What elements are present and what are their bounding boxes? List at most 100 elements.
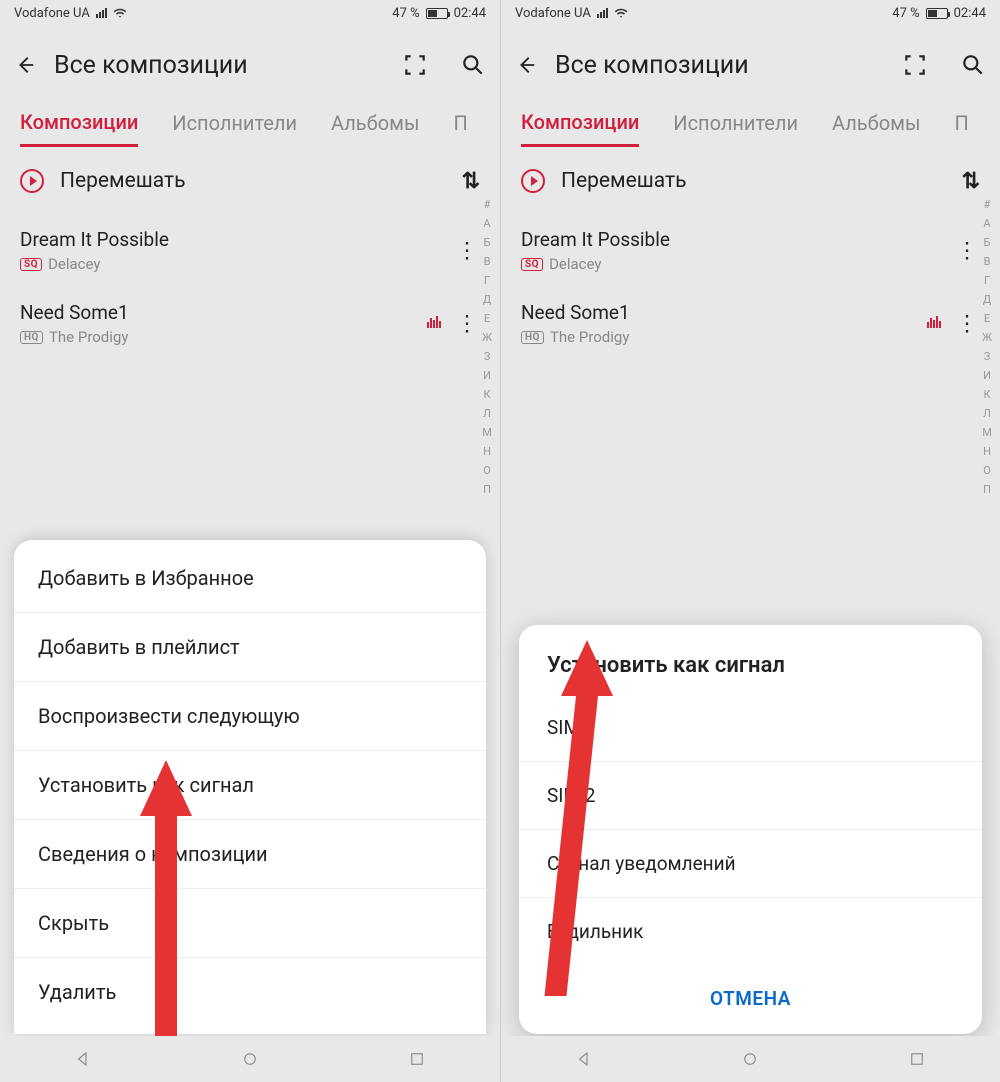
dialog-item-sim1[interactable]: SIM 1 [519, 694, 982, 762]
alpha-letter[interactable]: Л [483, 407, 491, 420]
alpha-letter[interactable]: Н [983, 445, 991, 458]
ringtone-dialog: Установить как сигнал SIM 1 SIM 2 Сигнал… [519, 625, 982, 1034]
quality-badge: SQ [521, 258, 543, 271]
alpha-letter[interactable]: А [483, 217, 490, 230]
song-row[interactable]: Dream It Possible SQ Delacey ⋮ [0, 214, 500, 287]
tabs: Композиции Исполнители Альбомы П [0, 104, 500, 152]
search-icon[interactable] [460, 52, 486, 78]
alpha-letter[interactable]: Ж [982, 331, 992, 344]
system-navbar [501, 1036, 1000, 1082]
alpha-letter[interactable]: И [983, 369, 991, 382]
song-row[interactable]: Need Some1 HQ The Prodigy ⋮ [0, 287, 500, 360]
dialog-item-alarm[interactable]: Будильник [519, 898, 982, 965]
menu-item-play-next[interactable]: Воспроизвести следующую [14, 682, 486, 751]
alpha-letter[interactable]: Г [984, 274, 990, 287]
nav-back-icon[interactable] [575, 1050, 593, 1068]
alpha-letter[interactable]: В [984, 255, 991, 268]
alpha-letter[interactable]: # [984, 198, 991, 211]
clock: 02:44 [954, 6, 986, 21]
carrier-label: Vodafone UA [14, 6, 90, 21]
nav-recent-icon[interactable] [908, 1050, 926, 1068]
signal-icon [96, 8, 107, 18]
alpha-letter[interactable]: М [982, 426, 992, 439]
equalizer-icon [427, 316, 442, 332]
song-list: Dream It Possible SQ Delacey ⋮ Need Some… [501, 210, 1000, 364]
alpha-letter[interactable]: И [483, 369, 491, 382]
alpha-letter[interactable]: Е [484, 312, 490, 325]
alpha-letter[interactable]: К [483, 388, 490, 401]
alpha-letter[interactable]: # [484, 198, 491, 211]
alpha-letter[interactable]: Д [483, 293, 491, 306]
app-header: Все композиции [501, 26, 1000, 104]
nav-back-icon[interactable] [74, 1050, 92, 1068]
tab-compositions[interactable]: Композиции [20, 110, 138, 147]
alpha-index[interactable]: # А Б В Г Д Е Ж З И К Л М Н О П [478, 198, 496, 496]
menu-item-song-info[interactable]: Сведения о композиции [14, 820, 486, 889]
alpha-index[interactable]: # А Б В Г Д Е Ж З И К Л М Н О П [978, 198, 996, 496]
dialog-item-sim2[interactable]: SIM 2 [519, 762, 982, 830]
battery-icon [426, 8, 448, 19]
shuffle-row[interactable]: Перемешать ⇅ [501, 152, 1000, 210]
song-artist: Delacey [549, 255, 601, 273]
alpha-letter[interactable]: П [483, 483, 491, 496]
tab-compositions[interactable]: Композиции [521, 110, 639, 147]
alpha-letter[interactable]: Л [983, 407, 991, 420]
alpha-letter[interactable]: Ж [482, 331, 492, 344]
alpha-letter[interactable]: З [484, 350, 491, 363]
alpha-letter[interactable]: Н [483, 445, 491, 458]
battery-icon [926, 8, 948, 19]
song-title: Need Some1 [521, 301, 980, 324]
menu-item-delete[interactable]: Удалить [14, 958, 486, 1026]
back-icon[interactable] [515, 54, 537, 76]
song-row[interactable]: Dream It Possible SQ Delacey ⋮ [501, 214, 1000, 287]
alpha-letter[interactable]: П [983, 483, 991, 496]
song-menu-icon[interactable]: ⋮ [956, 238, 976, 263]
alpha-letter[interactable]: А [983, 217, 990, 230]
menu-item-set-ringtone[interactable]: Установить как сигнал [14, 751, 486, 820]
alpha-letter[interactable]: Г [484, 274, 490, 287]
scan-icon[interactable] [902, 52, 928, 78]
phone-left: Vodafone UA 47 % 02:44 Все композиции Ко… [0, 0, 500, 1082]
dialog-item-notification[interactable]: Сигнал уведомлений [519, 830, 982, 898]
dialog-title: Установить как сигнал [519, 633, 982, 694]
alpha-letter[interactable]: О [983, 464, 991, 477]
nav-home-icon[interactable] [241, 1050, 259, 1068]
menu-item-hide[interactable]: Скрыть [14, 889, 486, 958]
song-artist: The Prodigy [49, 328, 128, 346]
menu-item-add-favorite[interactable]: Добавить в Избранное [14, 544, 486, 613]
tab-artists[interactable]: Исполнители [673, 111, 798, 145]
song-artist: The Prodigy [550, 328, 629, 346]
song-menu-icon[interactable]: ⋮ [456, 311, 476, 336]
shuffle-label: Перемешать [60, 169, 186, 193]
tab-artists[interactable]: Исполнители [172, 111, 297, 145]
tab-albums[interactable]: Альбомы [832, 111, 920, 145]
alpha-letter[interactable]: В [484, 255, 491, 268]
alpha-letter[interactable]: Б [484, 236, 491, 249]
dialog-cancel-button[interactable]: ОТМЕНА [519, 965, 982, 1026]
battery-pct: 47 % [392, 6, 419, 21]
nav-recent-icon[interactable] [408, 1050, 426, 1068]
equalizer-icon [927, 316, 942, 332]
sort-icon[interactable]: ⇅ [462, 169, 480, 194]
alpha-letter[interactable]: З [984, 350, 991, 363]
back-icon[interactable] [14, 54, 36, 76]
song-menu-icon[interactable]: ⋮ [956, 311, 976, 336]
app-header: Все композиции [0, 26, 500, 104]
sort-icon[interactable]: ⇅ [962, 169, 980, 194]
tab-more[interactable]: П [955, 111, 969, 145]
alpha-letter[interactable]: Д [983, 293, 991, 306]
scan-icon[interactable] [402, 52, 428, 78]
alpha-letter[interactable]: О [483, 464, 491, 477]
alpha-letter[interactable]: К [983, 388, 990, 401]
alpha-letter[interactable]: Е [984, 312, 990, 325]
search-icon[interactable] [960, 52, 986, 78]
song-row[interactable]: Need Some1 HQ The Prodigy ⋮ [501, 287, 1000, 360]
tab-more[interactable]: П [454, 111, 468, 145]
alpha-letter[interactable]: Б [984, 236, 991, 249]
menu-item-add-playlist[interactable]: Добавить в плейлист [14, 613, 486, 682]
alpha-letter[interactable]: М [482, 426, 492, 439]
tab-albums[interactable]: Альбомы [331, 111, 419, 145]
shuffle-row[interactable]: Перемешать ⇅ [0, 152, 500, 210]
song-menu-icon[interactable]: ⋮ [456, 238, 476, 263]
nav-home-icon[interactable] [741, 1050, 759, 1068]
